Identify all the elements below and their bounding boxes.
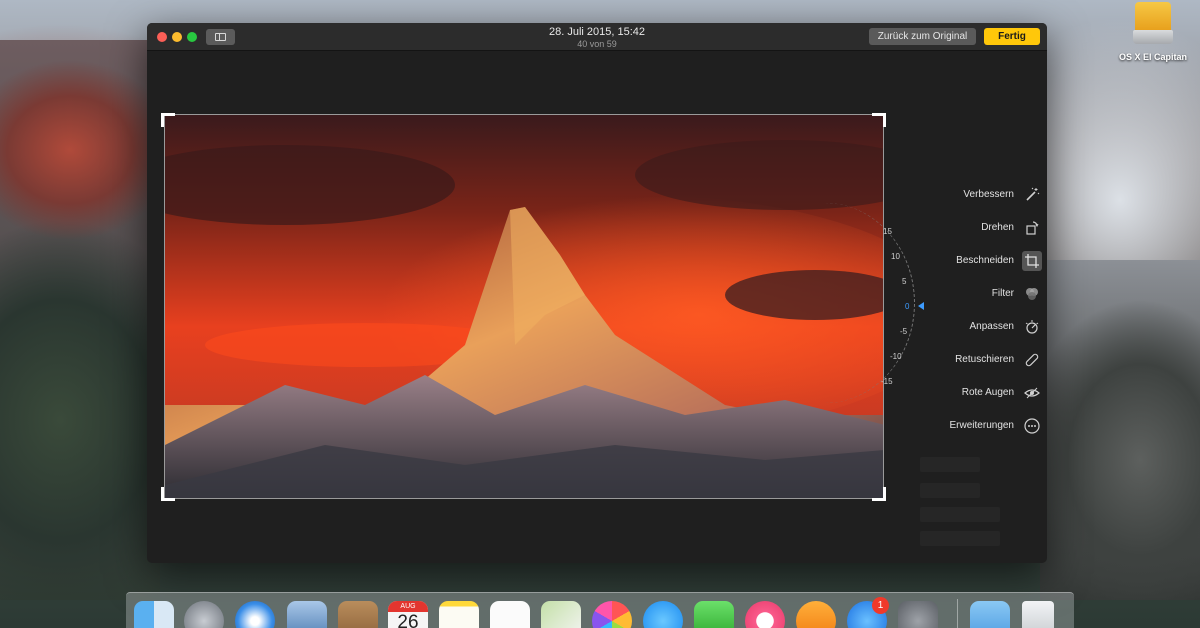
dial-label: 15 — [883, 227, 892, 236]
drive-label: OS X El Capitan — [1118, 52, 1187, 62]
revert-to-original-button[interactable]: Zurück zum Original — [869, 28, 976, 45]
disabled-control — [920, 457, 980, 472]
disabled-button — [920, 531, 1000, 546]
bandage-icon — [1022, 350, 1042, 370]
maps-icon[interactable] — [541, 601, 581, 628]
edit-tools-panel: Verbessern Drehen Beschneiden Filter Anp… — [917, 178, 1042, 442]
magic-wand-icon — [1022, 185, 1042, 205]
done-button[interactable]: Fertig — [984, 28, 1040, 45]
crop-handle-top-left[interactable] — [161, 113, 175, 127]
dial-label-current: 0 — [905, 302, 910, 311]
app-store-badge: 1 — [872, 597, 889, 614]
crop-handle-top-right[interactable] — [872, 113, 886, 127]
finder-icon[interactable] — [134, 601, 174, 628]
dial-label: -10 — [890, 352, 902, 361]
tool-label: Anpassen — [969, 321, 1014, 332]
tool-crop[interactable]: Beschneiden — [917, 244, 1042, 277]
itunes-icon[interactable] — [745, 601, 785, 628]
filter-circles-icon — [1022, 284, 1042, 304]
wallpaper-mountain-left — [0, 40, 160, 600]
photo-count: 40 von 59 — [577, 39, 617, 49]
photos-icon[interactable] — [592, 601, 632, 628]
close-button[interactable] — [157, 32, 167, 42]
tool-label: Retuschieren — [955, 354, 1014, 365]
dial-label: 5 — [902, 277, 907, 286]
tool-filter[interactable]: Filter — [917, 277, 1042, 310]
sidebar-icon — [215, 33, 226, 41]
hard-drive-icon — [1133, 2, 1173, 44]
tool-extensions[interactable]: Erweiterungen — [917, 409, 1042, 442]
safari-icon[interactable] — [235, 601, 275, 628]
crop-handle-bottom-left[interactable] — [161, 487, 175, 501]
tool-retouch[interactable]: Retuschieren — [917, 343, 1042, 376]
title-bar: 28. Juli 2015, 15:42 40 von 59 Zurück zu… — [147, 23, 1047, 51]
contacts-icon[interactable] — [338, 601, 378, 628]
trash-icon[interactable] — [1022, 601, 1054, 628]
tool-label: Drehen — [981, 222, 1014, 233]
messages-icon[interactable] — [643, 601, 683, 628]
calendar-day: 26 — [397, 612, 419, 628]
dial-label: -15 — [881, 377, 893, 386]
tool-label: Rote Augen — [961, 387, 1014, 398]
tool-enhance[interactable]: Verbessern — [917, 178, 1042, 211]
disabled-control — [920, 483, 980, 498]
calendar-month: AUG — [388, 601, 428, 612]
eye-icon — [1022, 383, 1042, 403]
tool-label: Filter — [991, 288, 1014, 299]
tool-red-eye[interactable]: Rote Augen — [917, 376, 1042, 409]
tool-label: Verbessern — [963, 189, 1014, 200]
downloads-folder-icon[interactable] — [970, 601, 1010, 628]
notes-icon[interactable] — [439, 601, 479, 628]
facetime-icon[interactable] — [694, 601, 734, 628]
system-preferences-icon[interactable] — [898, 601, 938, 628]
wallpaper-mountain-right — [1040, 260, 1200, 600]
mail-icon[interactable] — [287, 601, 327, 628]
reminders-icon[interactable] — [490, 601, 530, 628]
tool-rotate[interactable]: Drehen — [917, 211, 1042, 244]
dial-label: 10 — [891, 252, 900, 261]
launchpad-icon[interactable] — [184, 601, 224, 628]
minimize-button[interactable] — [172, 32, 182, 42]
tool-adjust[interactable]: Anpassen — [917, 310, 1042, 343]
disabled-button — [920, 507, 1000, 522]
desktop-drive[interactable]: OS X El Capitan — [1108, 2, 1198, 65]
photos-edit-window: 28. Juli 2015, 15:42 40 von 59 Zurück zu… — [147, 23, 1047, 563]
rotate-icon — [1022, 218, 1042, 238]
dock: AUG 26 1 — [126, 592, 1074, 628]
more-icon — [1022, 416, 1042, 436]
calendar-icon[interactable]: AUG 26 — [388, 601, 428, 628]
photo-date: 28. Juli 2015, 15:42 — [548, 26, 646, 38]
tool-label: Erweiterungen — [949, 420, 1014, 431]
fullscreen-button[interactable] — [187, 32, 197, 42]
dial-label: -5 — [900, 327, 908, 336]
sidebar-toggle-button[interactable] — [206, 29, 235, 45]
dial-icon — [1022, 317, 1042, 337]
ibooks-icon[interactable] — [796, 601, 836, 628]
tool-label: Beschneiden — [956, 255, 1014, 266]
crop-icon — [1022, 250, 1042, 271]
crop-handle-bottom-right[interactable] — [872, 487, 886, 501]
dock-separator — [957, 599, 958, 628]
window-title: 28. Juli 2015, 15:42 40 von 59 — [447, 25, 747, 50]
